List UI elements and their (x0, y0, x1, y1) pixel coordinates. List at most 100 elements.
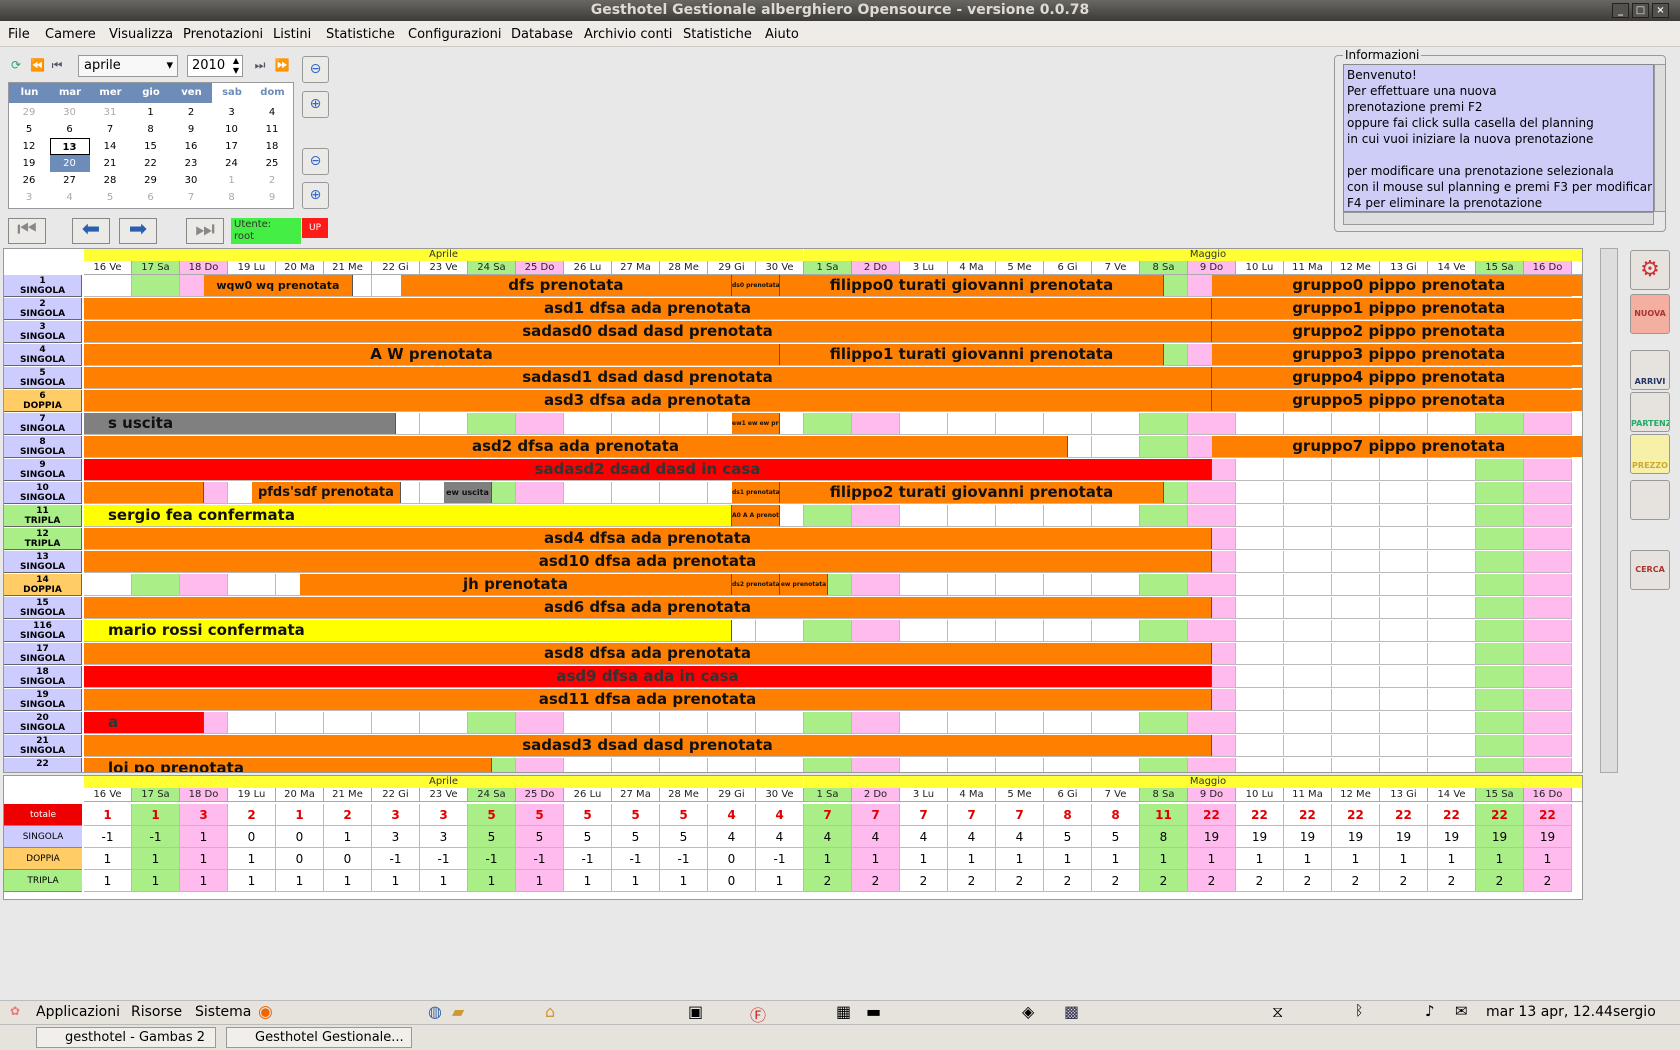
planning-cell[interactable] (1524, 597, 1572, 619)
planning-cell[interactable] (1044, 413, 1092, 435)
booking-bar[interactable]: gruppo3 pippo prenotata (1212, 344, 1582, 365)
planning-cell[interactable] (1332, 574, 1380, 596)
calendar-day[interactable]: 5 (9, 121, 49, 138)
planning-cell[interactable] (996, 413, 1044, 435)
calendar-day[interactable]: 18 (252, 138, 292, 155)
planning-cell[interactable] (1428, 528, 1476, 550)
planning-cell[interactable] (804, 620, 852, 642)
calendar-day[interactable]: 3 (9, 189, 49, 206)
booking-bar[interactable]: asd6 dfsa ada prenotata (84, 597, 1212, 618)
zoom-out-icon[interactable]: ⊖ (302, 56, 329, 83)
user-badge[interactable]: UP (302, 218, 328, 238)
calendar-day[interactable]: 27 (50, 172, 90, 189)
planning-cell[interactable] (180, 574, 228, 596)
booking-bar[interactable]: dfs prenotata (400, 275, 732, 296)
planning-cell[interactable] (852, 574, 900, 596)
planning-cell[interactable] (1236, 551, 1284, 573)
planning-cell[interactable] (1284, 643, 1332, 665)
planning-cell[interactable] (660, 758, 708, 772)
virtualbox-icon[interactable]: ◈ (1022, 1002, 1034, 1021)
planning-cell[interactable] (804, 413, 852, 435)
room-label[interactable]: 7 SINGOLA (4, 413, 82, 435)
calendar-day[interactable]: 8 (131, 121, 171, 138)
planning-cell[interactable] (1284, 597, 1332, 619)
menu-item[interactable]: Listini (273, 27, 311, 42)
planning-cell[interactable] (1476, 643, 1524, 665)
planning-cell[interactable] (996, 574, 1044, 596)
planning-cell[interactable] (1476, 666, 1524, 688)
menu-item[interactable]: Statistiche (683, 27, 752, 42)
planning-cell[interactable] (1332, 643, 1380, 665)
room-label[interactable]: 13 SINGOLA (4, 551, 82, 573)
calendar-day[interactable]: 21 (90, 155, 130, 172)
system-monitor-icon[interactable]: ▣ (688, 1002, 703, 1021)
planning-cell[interactable] (1524, 413, 1572, 435)
planning-cell[interactable] (1284, 735, 1332, 757)
menu-item[interactable]: Visualizza (109, 27, 173, 42)
new-booking-button[interactable]: NUOVA (1630, 294, 1670, 334)
planning-cell[interactable] (1476, 574, 1524, 596)
last-page-icon[interactable]: ⏭ (186, 218, 224, 244)
teamviewer-icon[interactable]: ▩ (1064, 1002, 1079, 1021)
planning-cell[interactable] (900, 620, 948, 642)
booking-bar[interactable]: filippo2 turati giovanni prenotata (780, 482, 1164, 503)
planning-cell[interactable] (948, 712, 996, 734)
calendar-day[interactable]: 29 (9, 104, 49, 121)
booking-bar[interactable]: sadasd2 dsad dasd in casa (84, 459, 1212, 480)
booking-bar[interactable]: pfds'sdf prenotata (252, 482, 401, 503)
planning-cell[interactable] (1524, 551, 1572, 573)
planning-cell[interactable] (996, 505, 1044, 527)
calendar-day[interactable]: 6 (131, 189, 171, 206)
planning-cell[interactable] (1428, 643, 1476, 665)
planning-cell[interactable] (1524, 574, 1572, 596)
booking-bar[interactable]: gruppo1 pippo prenotata (1212, 298, 1582, 319)
calendar-day[interactable]: 24 (212, 155, 252, 172)
planning-cell[interactable] (1524, 459, 1572, 481)
planning-cell[interactable] (1140, 758, 1188, 772)
planning-cell[interactable] (1284, 620, 1332, 642)
planning-cell[interactable] (1284, 505, 1332, 527)
booking-bar[interactable]: sadasd1 dsad dasd prenotata (84, 367, 1212, 388)
price-button[interactable]: PREZZO (1630, 434, 1670, 474)
booking-bar[interactable]: ds0 prenotata (732, 275, 780, 296)
planning-cell[interactable] (1380, 712, 1428, 734)
home-folder-icon[interactable]: ⌂ (545, 1002, 555, 1021)
menu-item[interactable]: Configurazioni (408, 27, 502, 42)
planning-cell[interactable] (612, 482, 660, 504)
minimize-button[interactable]: _ (1612, 3, 1629, 18)
planning-cell[interactable] (1332, 597, 1380, 619)
planning-cell[interactable] (1524, 735, 1572, 757)
booking-bar[interactable]: asd9 dfsa ada in casa (84, 666, 1212, 687)
calendar-day[interactable]: 5 (90, 189, 130, 206)
menu-item[interactable]: Prenotazioni (183, 27, 263, 42)
planning-cell[interactable] (1428, 620, 1476, 642)
planning-cell[interactable] (1332, 712, 1380, 734)
planning-cell[interactable] (1284, 459, 1332, 481)
calendar-day[interactable]: 15 (131, 138, 171, 155)
planning-cell[interactable] (1188, 758, 1236, 772)
booking-bar[interactable]: gruppo2 pippo prenotata (1212, 321, 1582, 342)
planning-cell[interactable] (324, 712, 372, 734)
planning-cell[interactable] (1284, 482, 1332, 504)
booking-bar[interactable]: gruppo7 pippo prenotata (1212, 436, 1582, 457)
planning-cell[interactable] (1236, 758, 1284, 772)
planning-cell[interactable] (852, 758, 900, 772)
planning-cell[interactable] (1044, 574, 1092, 596)
planning-cell[interactable] (1332, 735, 1380, 757)
planning-cell[interactable] (1140, 505, 1188, 527)
planning-cell[interactable] (1380, 551, 1428, 573)
settings-gear-icon[interactable]: ⚙ (1630, 250, 1670, 290)
menu-item[interactable]: File (8, 27, 30, 42)
planning-cell[interactable] (1044, 505, 1092, 527)
planning-cell[interactable] (1428, 482, 1476, 504)
planning-cell[interactable] (1236, 505, 1284, 527)
applications-menu[interactable]: Applicazioni (36, 1004, 120, 1020)
planning-cell[interactable] (1044, 620, 1092, 642)
planning-cell[interactable] (852, 505, 900, 527)
planning-cell[interactable] (1380, 413, 1428, 435)
firefox-icon[interactable]: ◉ (258, 1002, 273, 1022)
maximize-button[interactable]: □ (1632, 3, 1649, 18)
planning-cell[interactable] (1332, 413, 1380, 435)
planning-cell[interactable] (1380, 482, 1428, 504)
planning-cell[interactable] (1092, 436, 1140, 458)
